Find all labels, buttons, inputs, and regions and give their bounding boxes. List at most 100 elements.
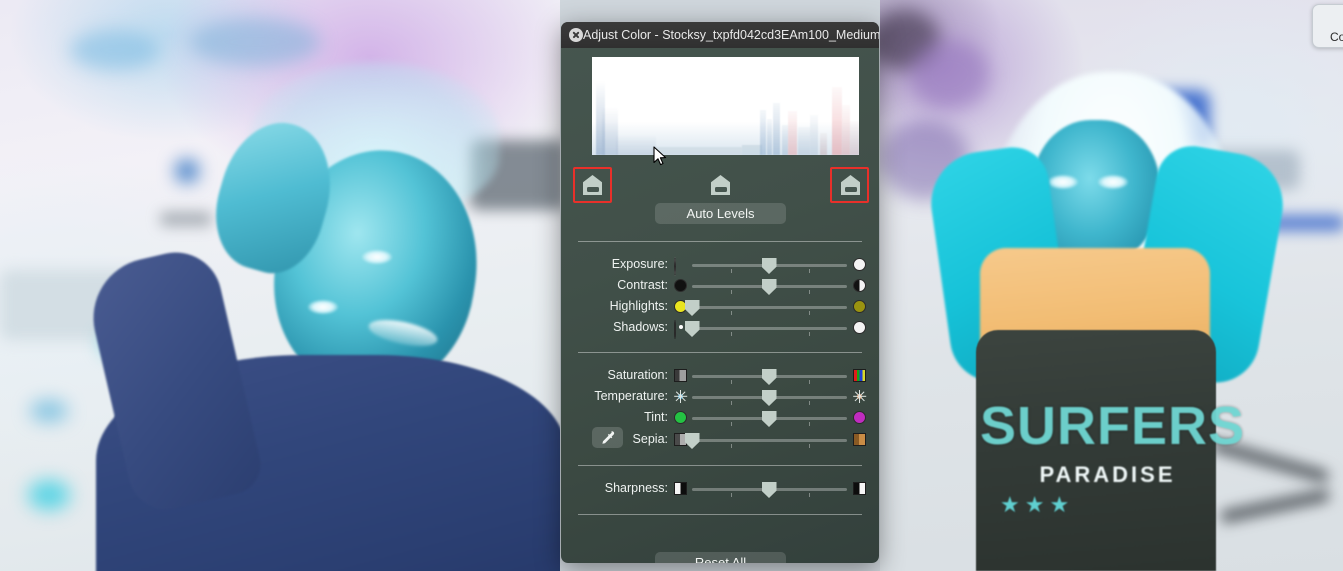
histogram-peak bbox=[832, 87, 842, 155]
divider bbox=[578, 465, 862, 466]
gray-swatch-icon bbox=[674, 369, 687, 382]
slider-knob-shadows[interactable] bbox=[684, 321, 700, 337]
photo-subject-eye bbox=[1048, 175, 1078, 189]
handle-shape bbox=[711, 175, 730, 195]
rgb-swatch-icon bbox=[853, 369, 866, 382]
histogram-peak bbox=[742, 145, 762, 155]
slider-knob-sepia[interactable] bbox=[684, 433, 700, 449]
handle-bar bbox=[586, 186, 599, 192]
slider-tick bbox=[731, 332, 732, 336]
photo-blur-blob bbox=[30, 400, 68, 422]
slider-row-contrast: Contrast: bbox=[561, 275, 879, 296]
handle-bar bbox=[714, 186, 727, 192]
photo-blur-blob bbox=[910, 40, 990, 110]
photo-blur-blob bbox=[190, 18, 320, 66]
slider-tick bbox=[731, 422, 732, 426]
window-title: Adjust Color - Stocksy_txpfd042cd3EAm100… bbox=[583, 28, 879, 42]
slider-knob-highlights[interactable] bbox=[684, 300, 700, 316]
slider-label: Saturation: bbox=[607, 368, 668, 382]
slider-tick bbox=[731, 493, 732, 497]
slider-knob-temperature[interactable] bbox=[761, 390, 777, 406]
divider bbox=[578, 352, 862, 353]
slider-track[interactable] bbox=[692, 305, 847, 309]
photo-subject-eye bbox=[1098, 175, 1128, 189]
midtone-handle[interactable] bbox=[711, 175, 730, 195]
slider-knob-sharpness[interactable] bbox=[761, 482, 777, 498]
histogram-peak bbox=[652, 147, 742, 155]
shirt-text-line1: SURFERS bbox=[980, 396, 1246, 456]
slider-tick bbox=[809, 311, 810, 315]
slider-knob-exposure[interactable] bbox=[761, 258, 777, 274]
histogram-peak bbox=[820, 133, 827, 155]
photo-blur-blob bbox=[176, 160, 198, 182]
slider-knob-contrast[interactable] bbox=[761, 279, 777, 295]
levels-histogram[interactable] bbox=[592, 57, 859, 155]
photo-blur-blob bbox=[28, 480, 70, 510]
slider-tick bbox=[731, 444, 732, 448]
histogram-peak bbox=[767, 119, 772, 155]
photo-subject-eye bbox=[362, 250, 392, 264]
slider-row-temperature: Temperature: bbox=[561, 386, 879, 407]
slider-row-sepia: Sepia: bbox=[561, 429, 879, 450]
slider-tick bbox=[731, 269, 732, 273]
aperture-icon bbox=[674, 257, 676, 276]
slider-track[interactable] bbox=[692, 326, 847, 330]
bright-circle-icon bbox=[853, 321, 866, 334]
slider-row-exposure: Exposure: bbox=[561, 254, 879, 276]
slider-label: Highlights: bbox=[609, 299, 668, 313]
histogram-peak bbox=[760, 110, 766, 155]
slider-label: Sharpness: bbox=[604, 481, 668, 495]
slider-label: Tint: bbox=[644, 410, 668, 424]
slider-tick bbox=[809, 401, 810, 405]
slider-knob-tint[interactable] bbox=[761, 411, 777, 427]
slider-track[interactable] bbox=[692, 438, 847, 442]
close-icon[interactable] bbox=[569, 28, 583, 42]
histogram-peak bbox=[810, 115, 818, 155]
sepia-swatch-icon bbox=[853, 433, 866, 446]
slider-row-shadows: Shadows: bbox=[561, 317, 879, 339]
soft-square-icon bbox=[674, 482, 687, 495]
handle-bar bbox=[844, 186, 857, 192]
slider-label: Exposure: bbox=[611, 257, 668, 271]
shirt-stars: ★★★ bbox=[1000, 492, 1075, 517]
shirt-text-line2: PARADISE bbox=[1039, 462, 1176, 487]
sharp-square-icon bbox=[853, 482, 866, 495]
slider-row-tint: Tint: bbox=[561, 407, 879, 428]
levels-handle-row bbox=[561, 165, 879, 205]
slider-tick bbox=[731, 290, 732, 294]
histogram-peak bbox=[850, 121, 859, 155]
photo-subject-eye bbox=[308, 300, 338, 314]
handle-shape bbox=[583, 175, 602, 195]
slider-label: Sepia: bbox=[632, 432, 668, 446]
auto-levels-button[interactable]: Auto Levels bbox=[655, 203, 786, 224]
reset-all-button[interactable]: Reset All bbox=[655, 552, 786, 563]
corner-panel-label: Co bbox=[1330, 30, 1343, 44]
slider-label: Shadows: bbox=[613, 320, 668, 334]
histogram-peak bbox=[798, 127, 810, 155]
divider bbox=[578, 514, 862, 515]
black-circle-icon bbox=[674, 279, 687, 292]
slider-tick bbox=[809, 332, 810, 336]
slider-row-highlights: Highlights: bbox=[561, 296, 879, 317]
slider-tick bbox=[731, 311, 732, 315]
inverted-photo-right: SURFERS PARADISE ★★★ bbox=[880, 0, 1343, 571]
histogram-peak bbox=[616, 135, 656, 155]
histogram-peak bbox=[788, 111, 797, 155]
adjust-color-window: Adjust Color - Stocksy_txpfd042cd3EAm100… bbox=[561, 22, 879, 563]
olive-circle-icon bbox=[853, 300, 866, 313]
slider-tick bbox=[809, 290, 810, 294]
green-circle-icon bbox=[674, 411, 687, 424]
inverted-photo-left bbox=[0, 0, 560, 571]
slider-knob-saturation[interactable] bbox=[761, 369, 777, 385]
magenta-circle-icon bbox=[853, 411, 866, 424]
slider-label: Contrast: bbox=[617, 278, 668, 292]
corner-panel[interactable]: Co bbox=[1312, 4, 1343, 48]
slider-tick bbox=[809, 380, 810, 384]
slider-tick bbox=[809, 444, 810, 448]
slider-row-saturation: Saturation: bbox=[561, 365, 879, 386]
slider-row-sharpness: Sharpness: bbox=[561, 478, 879, 499]
slider-tick bbox=[731, 380, 732, 384]
white-point-handle[interactable] bbox=[841, 175, 860, 195]
black-point-handle[interactable] bbox=[583, 175, 602, 195]
window-titlebar[interactable]: Adjust Color - Stocksy_txpfd042cd3EAm100… bbox=[561, 22, 879, 48]
